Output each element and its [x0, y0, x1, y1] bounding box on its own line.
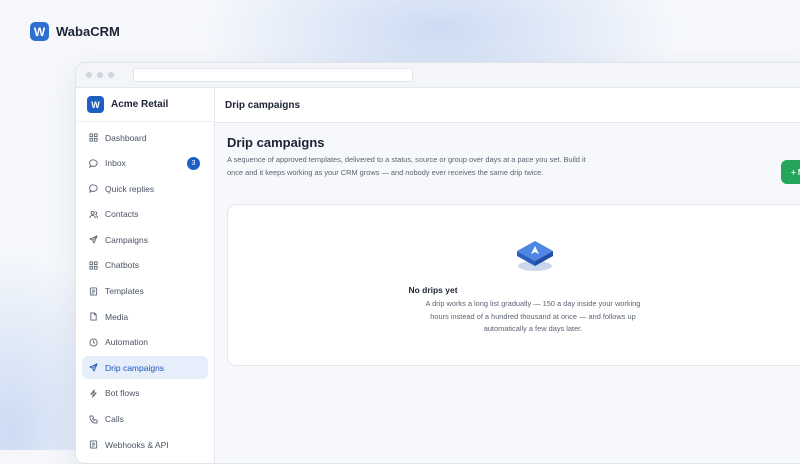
sidebar-item-contacts[interactable]: Contacts	[82, 203, 208, 226]
bolt-icon	[89, 389, 98, 398]
sidebar-item-campaigns[interactable]: Campaigns	[82, 228, 208, 251]
page-description: A sequence of approved templates, delive…	[227, 155, 586, 177]
workspace-logo: W	[87, 96, 104, 113]
dashboard-icon	[89, 133, 98, 142]
sidebar: W Acme Retail Dashboard Inbox 3 Quick re…	[76, 88, 215, 463]
sidebar-item-chatbots[interactable]: Chatbots	[82, 254, 208, 277]
sidebar-item-dashboard[interactable]: Dashboard	[82, 126, 208, 149]
app-window: W Acme Retail Dashboard Inbox 3 Quick re…	[75, 62, 800, 464]
sidebar-item-inbox[interactable]: Inbox 3	[82, 152, 208, 175]
sidebar-item-calls[interactable]: Calls	[82, 408, 208, 431]
window-dot-icon	[108, 72, 114, 78]
sidebar-item-label: Quick replies	[105, 183, 155, 194]
sidebar-item-label: Calls	[105, 414, 124, 425]
workspace-name: Acme Retail	[111, 99, 169, 110]
users-icon	[89, 210, 98, 219]
brand-name: WabaCRM	[56, 24, 120, 39]
header-bar: Drip campaigns	[215, 88, 800, 123]
brand: W WabaCRM	[30, 22, 120, 41]
workspace-switcher[interactable]: W Acme Retail	[76, 88, 214, 122]
grid-icon	[89, 261, 98, 270]
send-icon	[89, 363, 98, 372]
browser-titlebar	[76, 63, 800, 88]
brand-logo: W	[30, 22, 49, 41]
sidebar-item-webhooks-api[interactable]: Webhooks & API	[82, 433, 208, 456]
send-icon	[89, 235, 98, 244]
window-dot-icon	[97, 72, 103, 78]
sidebar-item-templates[interactable]: Templates	[82, 280, 208, 303]
chat-icon	[89, 184, 98, 194]
drip-send-icon	[517, 241, 553, 271]
document-icon	[89, 287, 98, 296]
sidebar-item-label: Chatbots	[105, 260, 140, 271]
sidebar-item-label: Media	[105, 311, 129, 322]
sidebar-item-label: Automation	[105, 337, 148, 348]
sidebar-item-automation[interactable]: Automation	[82, 331, 208, 354]
sidebar-item-drip-campaigns[interactable]: Drip campaigns	[82, 356, 208, 380]
document-icon	[89, 440, 98, 449]
sidebar-item-label: Drip campaigns	[105, 362, 165, 373]
window-dot-icon	[86, 72, 92, 78]
url-bar[interactable]	[133, 68, 413, 82]
sidebar-item-label: Webhooks & API	[105, 439, 169, 450]
file-icon	[89, 312, 98, 321]
sidebar-item-label: Dashboard	[105, 132, 147, 143]
header-title: Drip campaigns	[225, 99, 301, 111]
page-title: Drip campaigns	[227, 135, 325, 150]
empty-state-card: No drips yet A drip works a long list gr…	[227, 204, 800, 366]
sidebar-item-label: Bot flows	[105, 388, 140, 399]
sidebar-nav: Dashboard Inbox 3 Quick replies Contacts…	[76, 122, 214, 456]
chat-icon	[89, 159, 98, 168]
inbox-count-badge: 3	[187, 156, 200, 170]
phone-icon	[89, 414, 98, 424]
new-drip-button[interactable]: + N	[781, 160, 800, 184]
clock-icon	[89, 338, 98, 347]
sidebar-item-label: Templates	[105, 286, 144, 297]
sidebar-item-label: Contacts	[105, 209, 139, 220]
sidebar-item-media[interactable]: Media	[82, 305, 208, 328]
main-content: Drip campaigns Drip campaigns A sequence…	[215, 88, 800, 463]
sidebar-item-bot-flows[interactable]: Bot flows	[82, 382, 208, 405]
sidebar-item-label: Inbox	[105, 158, 126, 169]
empty-state-text: A drip works a long list gradually — 150…	[425, 299, 641, 333]
sidebar-item-label: Campaigns	[105, 234, 148, 245]
sidebar-item-quick-replies[interactable]: Quick replies	[82, 177, 208, 200]
empty-state-title: No drips yet	[408, 285, 458, 295]
